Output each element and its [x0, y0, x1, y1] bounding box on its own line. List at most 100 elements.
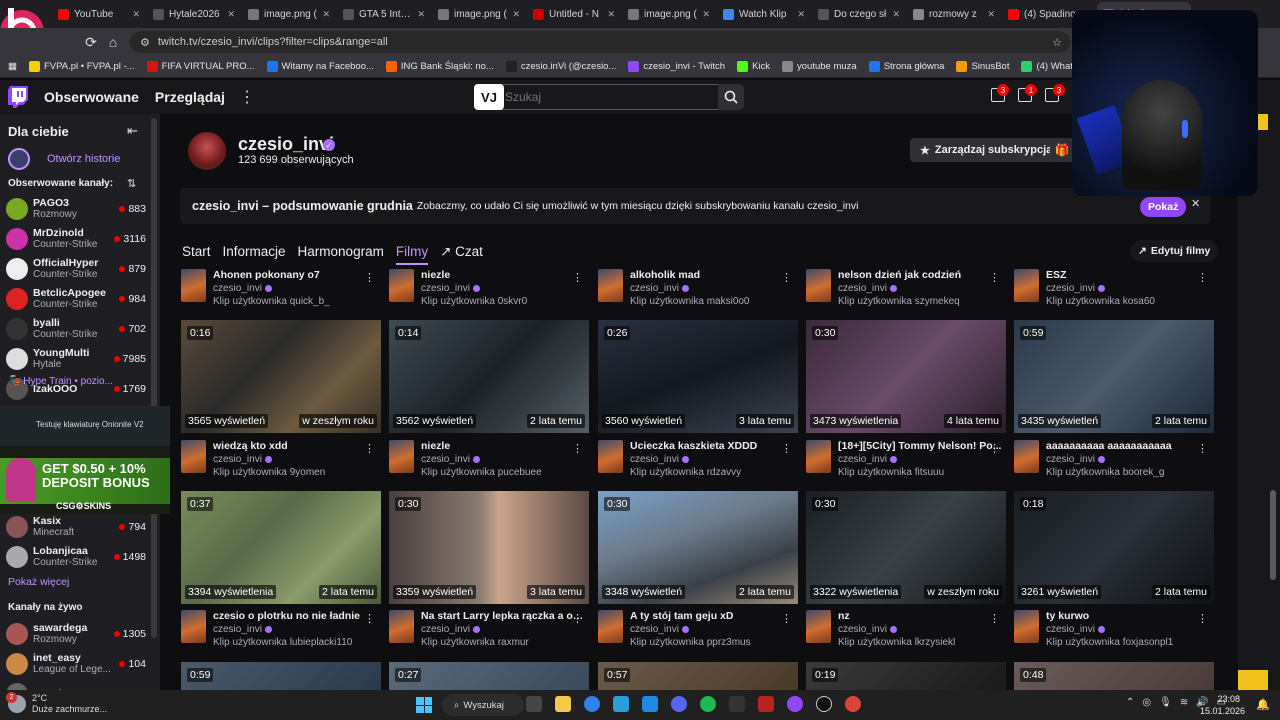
- clip-game-thumbnail[interactable]: [181, 269, 206, 302]
- clip-title[interactable]: wiedzą kto xdd: [213, 440, 381, 453]
- clip-title[interactable]: aaaaaaaaaa aaaaaaaaaaa: [1046, 440, 1214, 453]
- bookmark-item[interactable]: czesio.inVi (@czesio...: [505, 61, 616, 72]
- clip-info[interactable]: nz czesio_invi Klip użytkownika lkrzysiekl…: [806, 610, 1006, 650]
- more-options-icon[interactable]: ⋮: [1197, 442, 1208, 455]
- more-options-icon[interactable]: ⋮: [989, 442, 1000, 455]
- more-options-icon[interactable]: ⋮: [364, 271, 375, 284]
- clip-channel[interactable]: czesio_invi: [1046, 282, 1214, 295]
- clip-thumbnail[interactable]: 0:14 3562 wyświetleń 2 lata temu: [389, 320, 589, 433]
- clip-thumbnail[interactable]: 0:30 3348 wyświetleń 2 lata temu: [598, 491, 798, 604]
- clip-game-thumbnail[interactable]: [806, 269, 831, 302]
- tab-close-icon[interactable]: ✕: [987, 9, 995, 20]
- browser-tab[interactable]: GTA 5 Intera ✕: [337, 2, 431, 26]
- sidebar-channel[interactable]: Kasix Minecraft 794: [6, 512, 146, 542]
- store-icon[interactable]: [613, 696, 629, 712]
- more-options-icon[interactable]: ⋮: [364, 612, 375, 625]
- clip-game-thumbnail[interactable]: [1014, 269, 1039, 302]
- edge-icon[interactable]: [584, 696, 600, 712]
- more-options-icon[interactable]: ⋮: [781, 612, 792, 625]
- clip-game-thumbnail[interactable]: [598, 269, 623, 302]
- clip-channel[interactable]: czesio_invi: [213, 282, 381, 295]
- spotify-icon[interactable]: [700, 696, 716, 712]
- recap-show-button[interactable]: Pokaż: [1140, 197, 1187, 217]
- clip-thumbnail[interactable]: 0:37 3394 wyświetlenia 2 lata temu: [181, 491, 381, 604]
- sidebar-channel[interactable]: PAGO3 Rozmowy 883: [6, 194, 146, 224]
- tab-close-icon[interactable]: ✕: [227, 9, 235, 20]
- more-options-icon[interactable]: ⋮: [781, 442, 792, 455]
- browser-tab[interactable]: Untitled - N ✕: [527, 2, 621, 26]
- clip-title[interactable]: [18+][5City] Tommy Nelson! Po...: [838, 440, 1006, 453]
- clip-title[interactable]: ESZ: [1046, 269, 1214, 282]
- browser-tab[interactable]: image.png (✕: [242, 2, 336, 26]
- clip-author[interactable]: Klip użytkownika 0skvr0: [421, 295, 589, 308]
- clip-channel[interactable]: czesio_invi: [421, 282, 589, 295]
- terminal-icon[interactable]: [729, 696, 745, 712]
- close-icon[interactable]: ✕: [1191, 197, 1200, 210]
- clip-info[interactable]: aaaaaaaaaa aaaaaaaaaaa czesio_invi Klip uż…: [1014, 440, 1214, 480]
- sort-icon[interactable]: ⇅: [127, 177, 136, 190]
- tab-close-icon[interactable]: ✕: [797, 9, 805, 20]
- obs-icon[interactable]: [816, 696, 832, 712]
- wifi-icon[interactable]: ≋: [1180, 697, 1188, 708]
- clip-author[interactable]: Klip użytkownika kosa60: [1046, 295, 1214, 308]
- clip-info[interactable]: niezle czesio_invi Klip użytkownika 0skvr0…: [389, 269, 589, 309]
- more-options-icon[interactable]: ⋮: [989, 612, 1000, 625]
- sidebar-channel[interactable]: byalli Counter-Strike 702: [6, 314, 146, 344]
- clip-info[interactable]: wiedzą kto xdd czesio_invi Klip użytkownik…: [181, 440, 381, 480]
- sidebar-channel[interactable]: Lobanjicaa Counter-Strike 1498: [6, 542, 146, 572]
- clip-thumbnail[interactable]: 0:30 3473 wyświetlenia 4 lata temu: [806, 320, 1006, 433]
- search-input[interactable]: [474, 84, 718, 110]
- clip-info[interactable]: A ty stój tam geju xD czesio_invi Klip uży…: [598, 610, 798, 650]
- clip-channel[interactable]: czesio_invi: [630, 623, 798, 636]
- tab-start[interactable]: Start: [182, 244, 211, 265]
- browser-tab[interactable]: YouTube ✕: [52, 2, 146, 26]
- clip-channel[interactable]: czesio_invi: [421, 453, 589, 466]
- bookmark-star-icon[interactable]: ☆: [1052, 36, 1062, 49]
- clip-author[interactable]: Klip użytkownika pucebuee: [421, 466, 589, 479]
- bookmark-item[interactable]: ING Bank Śląski: no...: [385, 61, 494, 72]
- clip-info[interactable]: Ahonen pokonany o7 czesio_invi Klip użytko…: [181, 269, 381, 309]
- gift-sub-button[interactable]: 🎁: [1050, 138, 1074, 162]
- channel-name[interactable]: czesio_invi: [238, 134, 334, 155]
- clip-thumbnail[interactable]: 0:57: [598, 662, 798, 690]
- sidebar-ad[interactable]: Testuję klawiaturę Onionite V2 GET $0.50…: [0, 406, 170, 514]
- clip-info[interactable]: czesio o plotrku no nie ładnie czesio_inv…: [181, 610, 381, 650]
- clip-title[interactable]: czesio o plotrku no nie ładnie: [213, 610, 381, 623]
- clip-title[interactable]: Ahonen pokonany o7: [213, 269, 381, 282]
- tab-close-icon[interactable]: ✕: [132, 9, 140, 20]
- manage-subscription-button[interactable]: ★ Zarządzaj subskrypcją: [910, 138, 1063, 162]
- clip-author[interactable]: Klip użytkownika pprz3mus: [630, 636, 798, 649]
- media-app-icon[interactable]: [758, 696, 774, 712]
- clip-game-thumbnail[interactable]: [806, 610, 831, 643]
- tab-videos[interactable]: Filmy: [395, 244, 429, 265]
- clip-title[interactable]: niezle: [421, 269, 589, 282]
- clip-title[interactable]: niezle: [421, 440, 589, 453]
- clip-title[interactable]: nelson dzień jak codzień: [838, 269, 1006, 282]
- vj-extension-icon[interactable]: VJ: [474, 84, 504, 110]
- taskbar-search[interactable]: ⌕ Wyszukaj: [442, 694, 524, 716]
- clip-info[interactable]: ESZ czesio_invi Klip użytkownika kosa60 ⋮: [1014, 269, 1214, 309]
- more-options-icon[interactable]: ⋮: [989, 271, 1000, 284]
- collapse-sidebar-icon[interactable]: ⇤: [127, 123, 138, 139]
- clip-game-thumbnail[interactable]: [389, 269, 414, 302]
- task-view-icon[interactable]: [526, 696, 542, 712]
- clip-channel[interactable]: czesio_invi: [838, 282, 1006, 295]
- apps-grid-icon[interactable]: ▦: [8, 61, 17, 72]
- clip-thumbnail[interactable]: 0:19: [806, 662, 1006, 690]
- clip-channel[interactable]: czesio_invi: [421, 623, 589, 636]
- clip-game-thumbnail[interactable]: [389, 440, 414, 473]
- chrome-icon[interactable]: [845, 696, 861, 712]
- clip-title[interactable]: Ucieczka kaszkieta XDDD: [630, 440, 798, 453]
- clip-author[interactable]: Klip użytkownika maksi0o0: [630, 295, 798, 308]
- browser-tab[interactable]: rozmowy z ✕: [907, 2, 1001, 26]
- clip-thumbnail[interactable]: 0:59: [181, 662, 381, 690]
- more-options-icon[interactable]: ⋮: [781, 271, 792, 284]
- clip-thumbnail[interactable]: 0:59 3435 wyświetleń 2 lata temu: [1014, 320, 1214, 433]
- clip-game-thumbnail[interactable]: [1014, 610, 1039, 643]
- more-options-icon[interactable]: ⋮: [572, 612, 583, 625]
- browser-tab[interactable]: Hytale2026 ✕: [147, 2, 241, 26]
- clip-info[interactable]: Na start Larry lepka rączka a od ... czes…: [389, 610, 589, 650]
- clip-channel[interactable]: czesio_invi: [213, 623, 381, 636]
- more-options-icon[interactable]: ⋮: [1197, 271, 1208, 284]
- clip-info[interactable]: [18+][5City] Tommy Nelson! Po... czesio_i…: [806, 440, 1006, 480]
